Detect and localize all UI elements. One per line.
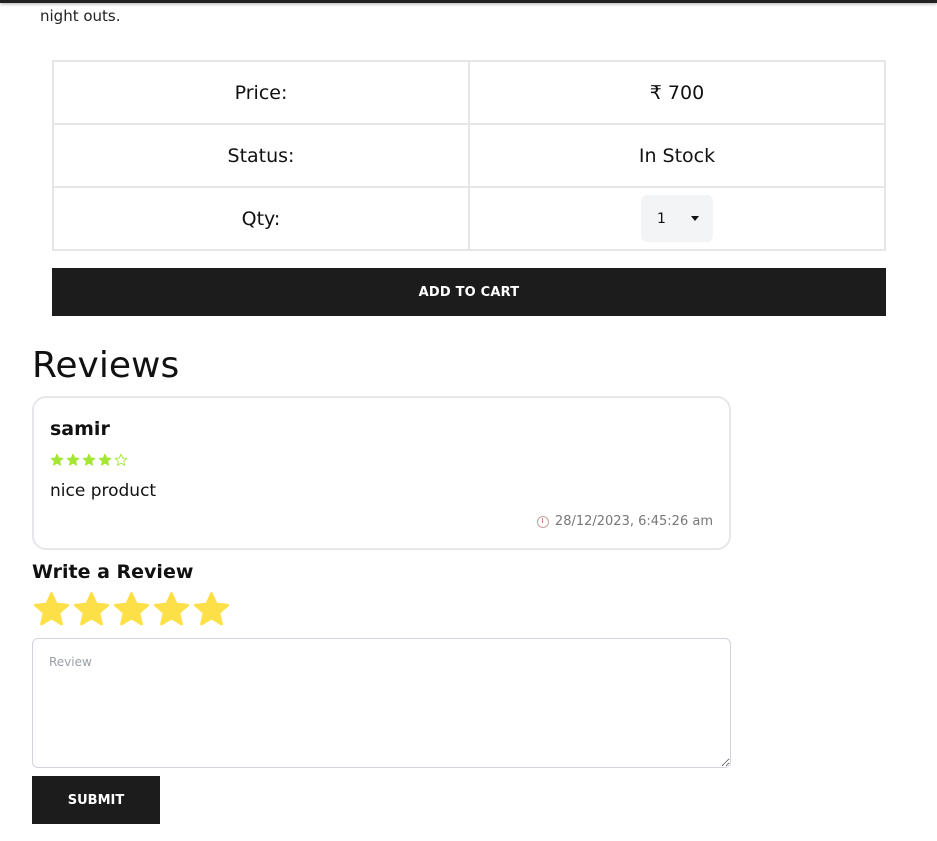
star-filled-icon bbox=[98, 453, 112, 466]
review-date-text: 28/12/2023, 6:45:26 am bbox=[554, 514, 713, 529]
qty-row: Qty: 1 bbox=[52, 186, 886, 251]
review-textarea[interactable] bbox=[32, 638, 731, 768]
status-row: Status: In Stock bbox=[52, 123, 886, 188]
submit-button[interactable]: SUBMIT bbox=[32, 776, 160, 824]
rating-star-icon[interactable] bbox=[192, 590, 231, 629]
add-to-cart-button[interactable]: ADD TO CART bbox=[52, 268, 886, 316]
qty-select[interactable]: 1 bbox=[641, 195, 713, 242]
rating-input bbox=[32, 590, 231, 629]
review-comment: nice product bbox=[50, 481, 157, 501]
price-label: Price: bbox=[52, 60, 470, 125]
rating-star-icon[interactable] bbox=[32, 590, 71, 629]
rating-star-icon[interactable] bbox=[152, 590, 191, 629]
qty-cell: 1 bbox=[468, 186, 886, 251]
top-bar-shadow bbox=[0, 0, 937, 3]
status-label: Status: bbox=[52, 123, 470, 188]
rating-star-icon[interactable] bbox=[112, 590, 151, 629]
review-card: samir nice product 28/12/2023, 6:45:26 a… bbox=[32, 396, 731, 550]
product-description: night outs. bbox=[40, 7, 121, 25]
reviewer-name: samir bbox=[50, 418, 110, 440]
star-filled-icon bbox=[66, 453, 80, 466]
reviews-heading: Reviews bbox=[32, 345, 180, 386]
star-filled-icon bbox=[50, 453, 64, 466]
write-review-heading: Write a Review bbox=[32, 561, 194, 583]
qty-label: Qty: bbox=[52, 186, 470, 251]
price-row: Price: ₹ 700 bbox=[52, 60, 886, 125]
clock-icon bbox=[536, 515, 549, 528]
star-filled-icon bbox=[82, 453, 96, 466]
product-info-table: Price: ₹ 700 Status: In Stock Qty: 1 bbox=[52, 60, 886, 251]
star-outline-icon bbox=[114, 453, 128, 466]
review-rating bbox=[50, 453, 128, 467]
qty-selected-value: 1 bbox=[657, 210, 666, 227]
status-value: In Stock bbox=[468, 123, 886, 188]
price-value: ₹ 700 bbox=[468, 60, 886, 125]
rating-star-icon[interactable] bbox=[72, 590, 111, 629]
caret-down-icon bbox=[691, 216, 699, 221]
review-timestamp: 28/12/2023, 6:45:26 am bbox=[536, 514, 713, 529]
